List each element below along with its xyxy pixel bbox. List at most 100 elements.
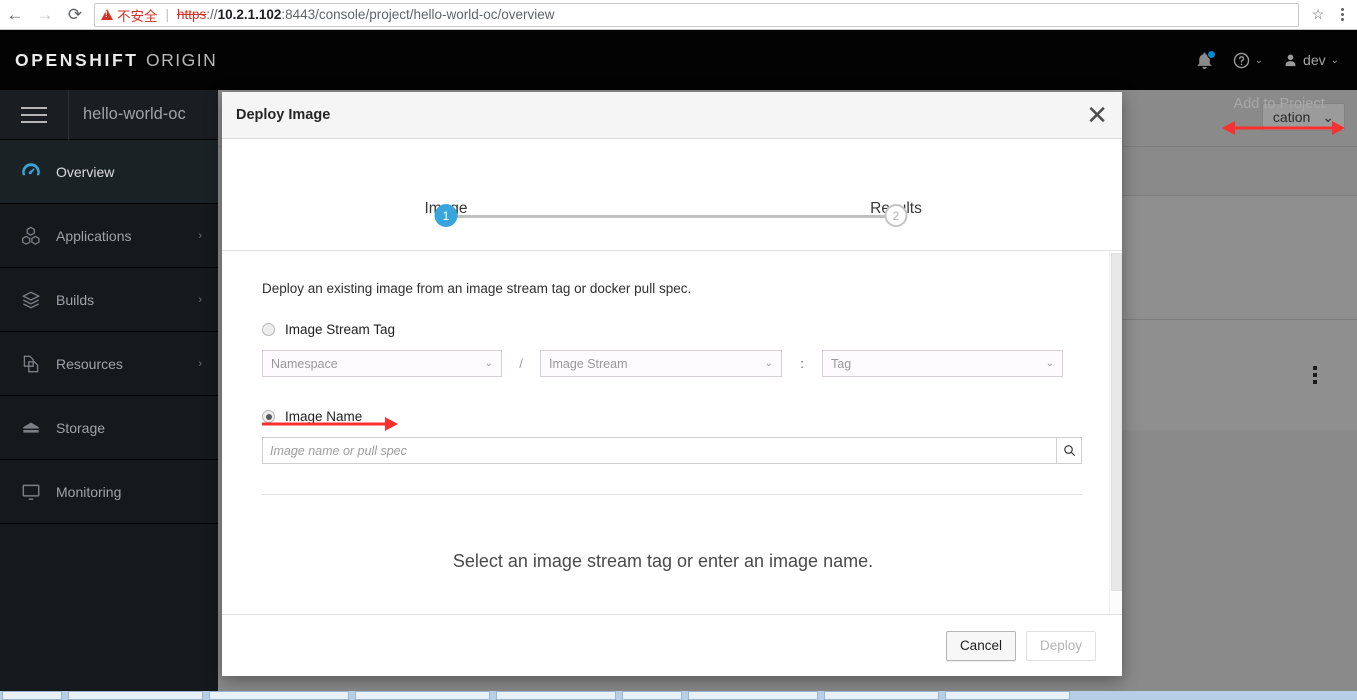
chevron-down-icon: ⌄ [1046, 358, 1054, 369]
chevron-down-icon: ⌄ [765, 358, 773, 369]
image-stream-placeholder: Image Stream [549, 357, 628, 371]
browser-toolbar: ← → ⟳ 不安全 | https://10.2.1.102:8443/cons… [0, 0, 1357, 30]
modal-header: Deploy Image ✕ [222, 92, 1122, 139]
monitor-icon [20, 481, 56, 503]
sidebar-item-monitoring[interactable]: Monitoring [0, 460, 218, 524]
brand-bold: OPENSHIFT [15, 50, 139, 70]
chevron-right-icon: › [198, 358, 202, 370]
back-arrow-icon[interactable]: ← [0, 0, 30, 30]
taskbar-item[interactable] [355, 691, 490, 700]
modal-scrollbar[interactable] [1109, 251, 1122, 614]
sidebar-item-resources[interactable]: Resources › [0, 332, 218, 396]
deploy-image-modal: Deploy Image ✕ Image Results 1 2 Deploy … [222, 92, 1122, 676]
empty-state-message: Select an image stream tag or enter an i… [222, 551, 1104, 572]
address-bar[interactable]: 不安全 | https://10.2.1.102:8443/console/pr… [94, 3, 1299, 27]
user-name: dev [1303, 52, 1326, 68]
wizard-step-1[interactable]: 1 [435, 204, 458, 227]
form-divider [262, 494, 1082, 495]
bell-icon[interactable] [1196, 52, 1213, 69]
database-icon [20, 417, 56, 439]
os-taskbar [0, 691, 1357, 700]
masthead-actions: ⌄ dev ⌄ [1196, 52, 1339, 69]
image-name-input[interactable]: Image name or pull spec [262, 437, 1057, 464]
chevron-down-icon: ⌄ [1255, 55, 1263, 66]
deploy-image-form: Deploy an existing image from an image s… [222, 251, 1122, 495]
cubes-icon [20, 225, 56, 247]
search-icon[interactable] [1057, 437, 1082, 464]
taskbar-item[interactable] [68, 691, 203, 700]
wizard-step-2[interactable]: 2 [885, 204, 908, 227]
omnibox-divider: | [166, 7, 170, 22]
modal-scrollbar-thumb[interactable] [1111, 253, 1122, 591]
user-menu[interactable]: dev ⌄ [1283, 52, 1339, 68]
radio-image-stream-tag[interactable]: Image Stream Tag [262, 322, 1082, 337]
taskbar-item[interactable] [622, 691, 682, 700]
url-host: 10.2.1.102 [218, 7, 282, 22]
chevron-down-icon: ⌄ [1331, 99, 1339, 110]
star-icon[interactable]: ☆ [1305, 3, 1331, 27]
sidebar-item-applications[interactable]: Applications › [0, 204, 218, 268]
namespace-placeholder: Namespace [271, 357, 338, 371]
sidebar-item-overview[interactable]: Overview [0, 140, 218, 204]
sidebar-item-label: Applications [56, 228, 132, 244]
three-dot-menu-icon[interactable] [1331, 0, 1353, 30]
image-name-row: Image name or pull spec [262, 437, 1082, 464]
radio-button[interactable] [262, 410, 275, 423]
sidebar-item-label: Storage [56, 420, 105, 436]
help-menu[interactable]: ⌄ [1233, 52, 1263, 69]
tag-select[interactable]: Tag ⌄ [822, 350, 1063, 377]
cancel-button[interactable]: Cancel [946, 631, 1016, 661]
reload-icon[interactable]: ⟳ [60, 0, 90, 30]
separator-slash: / [502, 356, 540, 371]
sidebar-item-builds[interactable]: Builds › [0, 268, 218, 332]
sidebar-header: hello-world-oc [0, 90, 218, 140]
kebab-menu-icon[interactable] [1313, 366, 1317, 384]
wizard-track [446, 215, 896, 218]
radio-image-name[interactable]: Image Name [262, 409, 1082, 424]
add-to-project-label: Add to Project [1234, 96, 1325, 112]
insecure-label: 不安全 [117, 5, 158, 25]
brand-light: ORIGIN [146, 50, 217, 70]
taskbar-item[interactable] [945, 691, 1070, 700]
separator-colon: : [782, 356, 822, 371]
masthead: OPENSHIFT ORIGIN ⌄ dev ⌄ [0, 30, 1357, 90]
chevron-right-icon: › [198, 230, 202, 242]
tag-placeholder: Tag [831, 357, 851, 371]
wizard-steps: Image Results 1 2 [222, 139, 1122, 251]
sidebar: hello-world-oc Overview Applications › B… [0, 90, 218, 691]
add-to-project-dropdown[interactable]: Add to Project ⌄ [1234, 96, 1339, 112]
sidebar-item-storage[interactable]: Storage [0, 396, 218, 460]
layers-icon [20, 289, 56, 311]
insecure-badge[interactable]: 不安全 [101, 5, 158, 25]
sidebar-item-label: Overview [56, 164, 114, 180]
image-stream-select[interactable]: Image Stream ⌄ [540, 350, 782, 377]
sidebar-item-label: Resources [56, 356, 123, 372]
modal-title: Deploy Image [236, 107, 330, 123]
chevron-down-icon: ⌄ [1331, 55, 1339, 66]
taskbar-item[interactable] [209, 691, 349, 700]
radio-label: Image Name [285, 409, 362, 424]
taskbar-item[interactable] [2, 691, 62, 700]
form-description: Deploy an existing image from an image s… [262, 281, 1082, 296]
forward-arrow-icon: → [30, 0, 60, 30]
taskbar-item[interactable] [824, 691, 939, 700]
dashboard-icon [20, 161, 56, 183]
url-separator: :// [206, 7, 217, 22]
sidebar-item-label: Monitoring [56, 484, 121, 500]
image-stream-tag-selects: Namespace ⌄ / Image Stream ⌄ : Tag ⌄ [262, 350, 1082, 377]
hamburger-menu-icon[interactable] [0, 90, 69, 140]
url-path: :8443/console/project/hello-world-oc/ove… [281, 7, 554, 22]
openshift-logo[interactable]: OPENSHIFT ORIGIN [15, 50, 217, 71]
taskbar-item[interactable] [496, 691, 616, 700]
radio-button[interactable] [262, 323, 275, 336]
sidebar-item-label: Builds [56, 292, 94, 308]
documents-icon [20, 353, 56, 375]
radio-label: Image Stream Tag [285, 322, 395, 337]
notification-dot [1207, 50, 1216, 59]
close-x-icon[interactable]: ✕ [1086, 102, 1108, 128]
deploy-button: Deploy [1026, 631, 1096, 661]
project-name[interactable]: hello-world-oc [69, 105, 186, 124]
namespace-select[interactable]: Namespace ⌄ [262, 350, 502, 377]
taskbar-item[interactable] [688, 691, 818, 700]
chevron-down-icon: ⌄ [485, 358, 493, 369]
